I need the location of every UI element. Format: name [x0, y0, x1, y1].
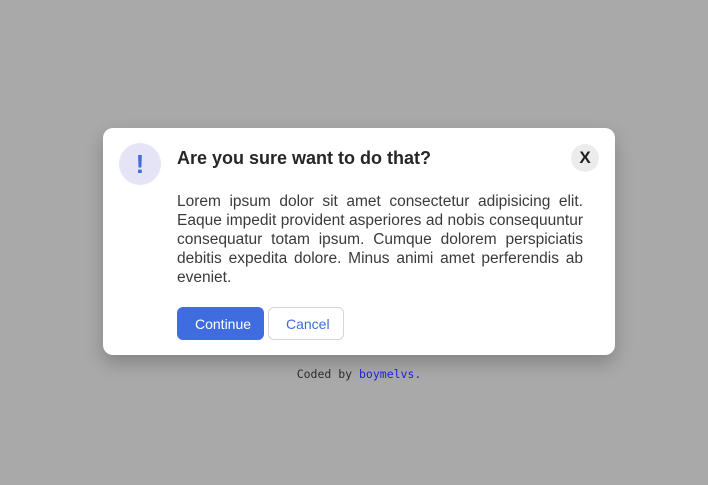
credit-line: Coded by boymelvs. [0, 367, 708, 381]
close-button[interactable]: X [571, 144, 599, 172]
dialog-title: Are you sure want to do that? [177, 148, 432, 168]
author-link[interactable]: boymelvs. [359, 367, 421, 381]
credit-prefix: Coded by [296, 367, 359, 381]
exclamation-icon: ! [119, 143, 161, 185]
confirm-dialog: ! Are you sure want to do that? X Lorem … [103, 128, 615, 355]
cancel-button[interactable]: Cancel [268, 307, 344, 340]
continue-button[interactable]: Continue [177, 307, 264, 340]
exclamation-glyph: ! [135, 149, 145, 179]
dialog-actions: Continue Cancel [177, 307, 344, 340]
dialog-message: Lorem ipsum dolor sit amet consectetur a… [177, 193, 583, 286]
page-backdrop: ! Are you sure want to do that? X Lorem … [0, 0, 708, 485]
close-icon: X [579, 148, 591, 167]
